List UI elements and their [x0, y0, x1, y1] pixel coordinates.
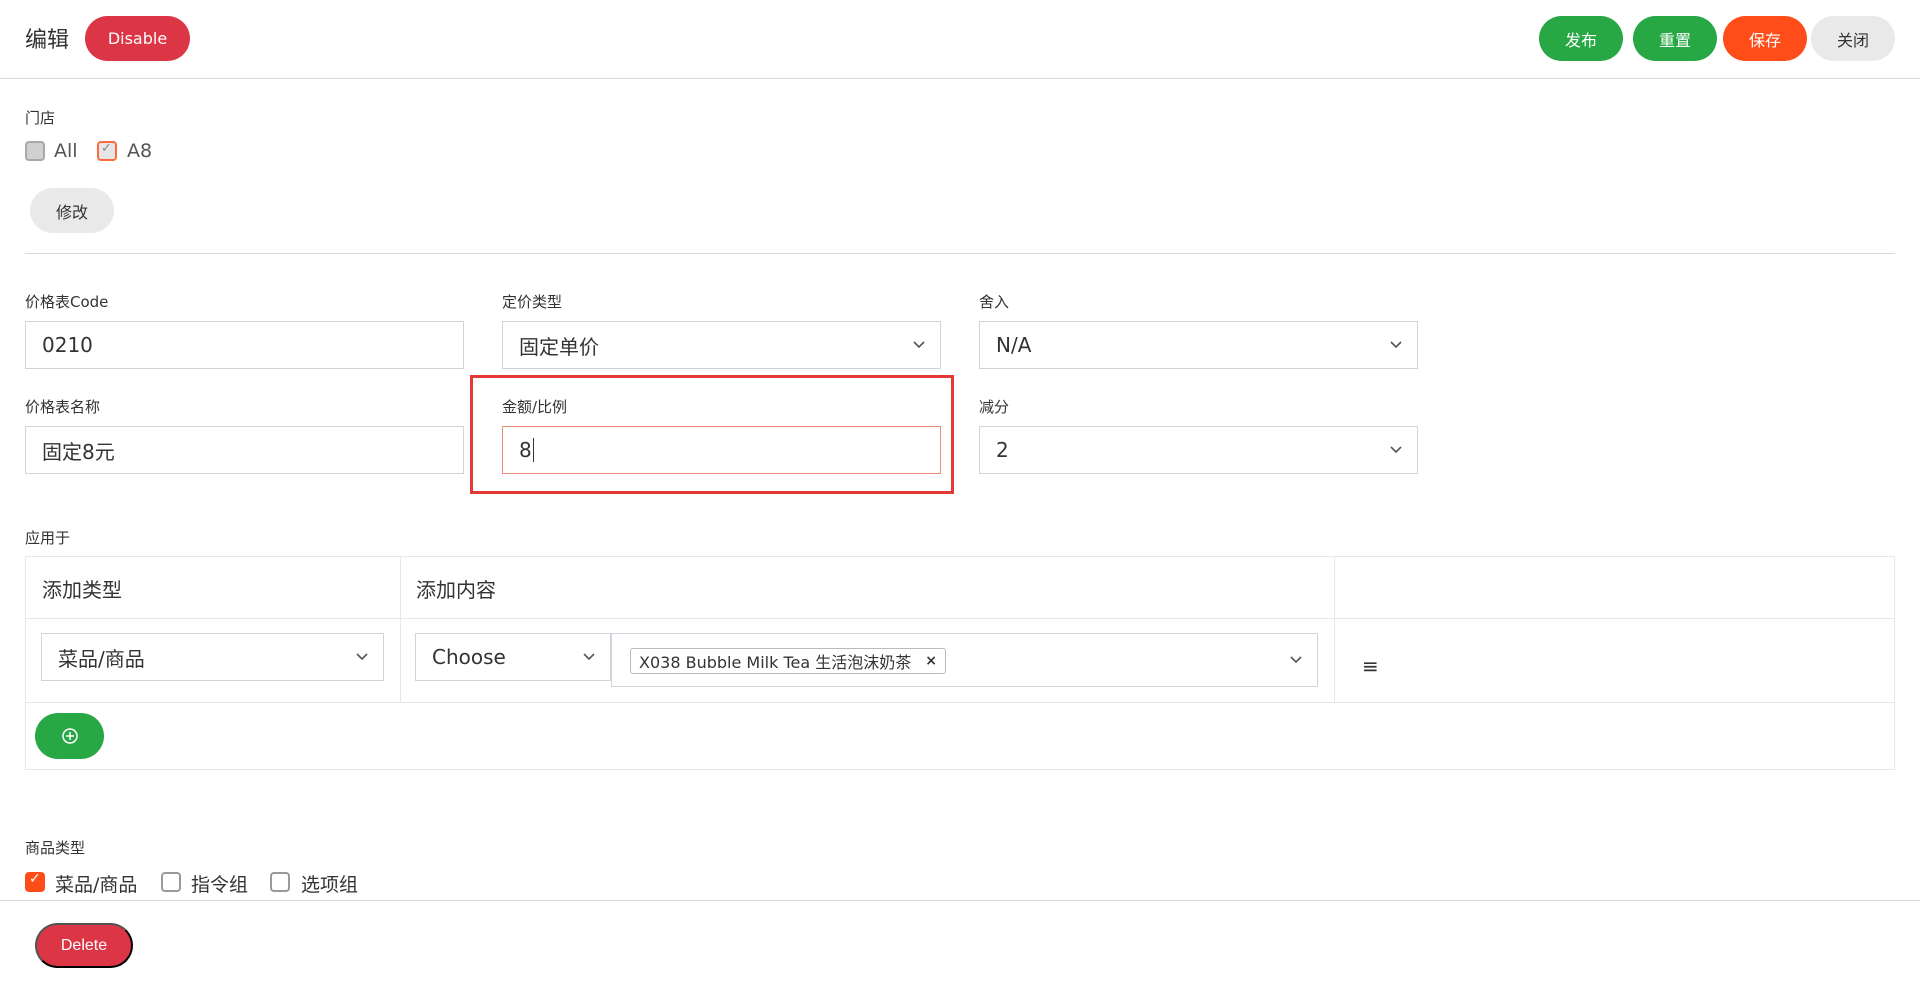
store-a8-checkbox[interactable]	[97, 141, 117, 161]
row-divider	[26, 702, 1894, 703]
name-label: 价格表名称	[25, 398, 101, 416]
page-footer: Delete	[0, 900, 1920, 989]
modify-button[interactable]: 修改	[30, 188, 114, 233]
column-divider	[1334, 557, 1335, 702]
selected-item-tag: X038 Bubble Milk Tea 生活泡沫奶茶 ×	[630, 648, 946, 674]
section-divider	[25, 253, 1895, 254]
row-divider	[26, 618, 1894, 619]
choose-value: Choose	[432, 645, 506, 669]
column-divider	[400, 557, 401, 702]
column-header-content: 添加内容	[416, 577, 496, 602]
code-input[interactable]: 0210	[25, 321, 464, 369]
pricing-type-value: 固定单价	[519, 334, 599, 359]
apply-type-value: 菜品/商品	[58, 646, 145, 671]
store-all-label: All	[54, 140, 78, 162]
product-type-dish-label: 菜品/商品	[55, 874, 138, 896]
chevron-down-icon	[583, 653, 595, 661]
name-value: 固定8元	[42, 439, 115, 464]
deduct-select[interactable]: 2	[979, 426, 1418, 474]
pricing-type-label: 定价类型	[502, 293, 563, 311]
page-header: 编辑 Disable 发布 重置 保存 关闭	[0, 0, 1920, 79]
amount-label: 金额/比例	[502, 398, 568, 416]
delete-button[interactable]: Delete	[35, 923, 133, 968]
product-types-label: 商品类型	[25, 839, 86, 857]
chevron-down-icon	[1290, 656, 1302, 664]
name-input[interactable]: 固定8元	[25, 426, 464, 474]
amount-input[interactable]: 8	[502, 426, 941, 474]
disable-button[interactable]: Disable	[85, 16, 190, 61]
chevron-down-icon	[1390, 341, 1402, 349]
menu-icon[interactable]: ≡	[1362, 654, 1379, 678]
store-a8-label: A8	[127, 140, 153, 162]
text-cursor	[532, 438, 534, 462]
product-type-command-checkbox[interactable]	[161, 872, 181, 892]
chevron-down-icon	[1390, 446, 1402, 454]
remove-tag-icon[interactable]: ×	[925, 653, 937, 669]
apply-type-select[interactable]: 菜品/商品	[41, 633, 384, 681]
plus-circle-icon	[61, 728, 78, 744]
close-button[interactable]: 关闭	[1811, 16, 1895, 61]
code-label: 价格表Code	[25, 293, 109, 311]
deduct-label: 减分	[979, 398, 1010, 416]
choose-select[interactable]: Choose	[415, 633, 611, 681]
product-type-option-checkbox[interactable]	[270, 872, 290, 892]
reset-button[interactable]: 重置	[1633, 16, 1717, 61]
selected-item-label: X038 Bubble Milk Tea 生活泡沫奶茶	[639, 653, 912, 672]
column-header-type: 添加类型	[42, 577, 122, 602]
store-label: 门店	[25, 109, 56, 127]
pricing-type-select[interactable]: 固定单价	[502, 321, 941, 369]
save-button[interactable]: 保存	[1723, 16, 1807, 61]
rounding-select[interactable]: N/A	[979, 321, 1418, 369]
product-type-option-label: 选项组	[301, 874, 359, 896]
rounding-label: 舍入	[979, 293, 1010, 311]
add-row-button[interactable]	[35, 713, 104, 759]
product-type-command-label: 指令组	[191, 874, 249, 896]
code-value: 0210	[42, 333, 93, 357]
amount-value: 8	[519, 438, 532, 462]
store-all-checkbox[interactable]	[25, 141, 45, 161]
apply-label: 应用于	[25, 529, 71, 547]
chevron-down-icon	[356, 653, 368, 661]
page-title: 编辑	[25, 28, 70, 53]
deduct-value: 2	[996, 438, 1009, 462]
chevron-down-icon	[913, 341, 925, 349]
rounding-value: N/A	[996, 333, 1032, 357]
product-type-dish-checkbox[interactable]	[25, 871, 45, 892]
publish-button[interactable]: 发布	[1539, 16, 1623, 61]
